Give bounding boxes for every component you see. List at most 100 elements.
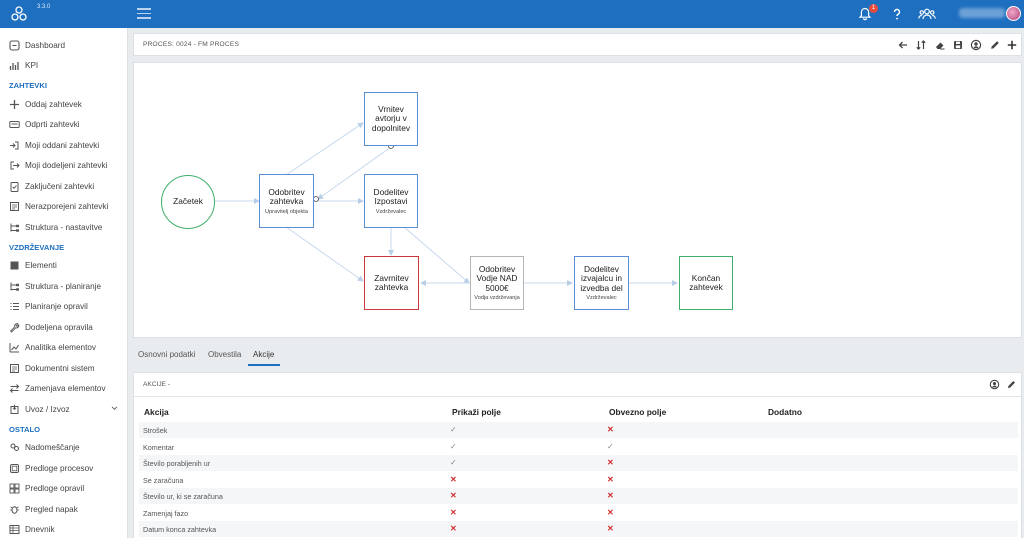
sign-out-icon [10,161,20,170]
node-odobritev-vodje[interactable]: Odobritev Vodje NAD 5000€ Vodja vzdrževa… [470,256,524,310]
username-blurred[interactable] [959,8,1005,18]
check-icon[interactable]: ✓ [450,442,457,452]
users-icon[interactable] [918,7,936,21]
table-row[interactable]: Komentar ✓ ✓ [139,439,1018,455]
sidebar-item[interactable]: Planiranje opravil [0,298,128,316]
sidebar-item[interactable]: Nerazporejeni zahtevki [0,198,128,216]
sidebar-section-heading: VZDRŽEVANJE [9,242,65,252]
chevron-down-icon[interactable] [111,406,118,411]
sitemap-icon [10,282,19,291]
user-circle-icon[interactable] [970,39,982,51]
eraser-icon[interactable] [934,39,946,51]
cross-icon[interactable]: ✕ [607,475,614,485]
sidebar-item[interactable]: Dnevnik [0,521,128,538]
table-row[interactable]: Število porabljenih ur ✓ ✕ [139,455,1018,471]
sidebar-item-label: Planiranje opravil [25,302,88,311]
table-row[interactable]: Strošek ✓ ✕ [139,422,1018,438]
column-header-prikazi: Prikaži polje [452,407,501,417]
sidebar-item[interactable]: Struktura - nastavitve [0,218,128,236]
node-vrnitev[interactable]: Vrnitev avtorju v dopolnitev [364,92,418,146]
cross-icon[interactable]: ✕ [607,491,614,501]
node-dodelitev-izpostavi[interactable]: Dodelitev Izpostavi Vzdrževalec [364,174,418,228]
cross-icon[interactable]: ✕ [450,475,457,485]
sidebar-item[interactable]: Oddaj zahtevek [0,95,128,113]
user-circle-icon[interactable] [989,379,1000,390]
dashboard-icon [9,39,20,51]
cube-icon [10,261,19,270]
sidebar-item[interactable]: KPI [0,57,128,75]
save-icon[interactable] [952,39,964,51]
sort-icon[interactable] [915,39,927,51]
node-zavrnitev[interactable]: Zavrnitev zahtevka [364,256,419,310]
arrow-left-icon[interactable] [897,39,909,51]
swap-icon [9,384,20,393]
action-name: Število ur, ki se zaračuna [143,492,223,501]
sidebar-section-heading: ZAHTEVKI [9,81,47,90]
tab-obvestila[interactable]: Obvestila [208,350,241,359]
sidebar-item[interactable]: Uvoz / Izvoz [0,400,128,418]
sidebar-section-heading: OSTALO [9,424,41,434]
sidebar-item[interactable]: Moji dodeljeni zahtevki [0,157,128,175]
menu-toggle-icon[interactable] [137,8,151,20]
node-dodelitev-izvajalcu[interactable]: Dodelitev izvajalcu in izvedba del Vzdrž… [574,256,629,310]
sidebar-item-label: Zamenjava elementov [25,384,106,393]
sidebar-item[interactable]: Odprti zahtevki [0,116,128,134]
plus-icon[interactable] [1006,39,1018,51]
cross-icon[interactable]: ✕ [450,491,457,501]
sidebar-item-label: Moji oddani zahtevki [25,140,100,150]
help-icon[interactable] [890,7,904,21]
app-logo-icon[interactable] [10,5,28,23]
sign-in-icon [10,141,19,149]
cross-icon[interactable]: ✕ [607,458,614,468]
table-row[interactable]: Število ur, ki se zaračuna ✕ ✕ [139,488,1018,504]
sidebar-item[interactable]: Zamenjava elementov [0,380,128,398]
cross-icon[interactable]: ✕ [607,508,614,518]
sidebar-item[interactable]: Pregled napak [0,500,128,518]
sidebar-item[interactable]: Predloge procesov [0,459,128,477]
cross-icon[interactable]: ✕ [607,524,614,534]
sidebar-item-label: Dodeljena opravila [25,322,93,332]
node-start[interactable]: Začetek [161,175,215,229]
check-icon[interactable]: ✓ [450,458,457,468]
check-icon[interactable]: ✓ [607,442,614,452]
sidebar-item[interactable]: Dokumentni sistem [0,359,128,377]
cross-icon[interactable]: ✕ [607,425,614,435]
pencil-icon[interactable] [1006,379,1017,390]
sidebar-item-label: Moji dodeljeni zahtevki [25,161,108,170]
pencil-icon[interactable] [989,39,1001,51]
actions-title: AKCIJE - [143,381,171,388]
tab-osnovni-podatki[interactable]: Osnovni podatki [138,350,195,359]
connector-port[interactable] [313,196,319,202]
node-koncan-zahtevek[interactable]: Končan zahtevek [679,256,733,310]
sidebar-item[interactable]: Dodeljena opravila [0,318,128,336]
sidebar-item[interactable]: Struktura - planiranje [0,277,128,295]
app-version: 3.3.0 [37,4,51,10]
tab-akcije[interactable]: Akcije [253,350,274,359]
action-name: Zamenjaj fazo [143,508,189,518]
check-icon[interactable]: ✓ [450,425,457,435]
action-name: Strošek [143,426,168,435]
sidebar-item-label: Analitika elementov [25,343,96,352]
avatar[interactable] [1006,6,1021,21]
sidebar: Dashboard KPI ZAHTEVKI Oddaj zahtevek Odprti… [0,28,128,538]
sidebar-item[interactable]: Dashboard [0,36,128,54]
node-odobritev-zahtevka[interactable]: Odobritev zahtevka Upravitelj objekta [259,174,314,228]
sidebar-item[interactable]: Zaključeni zahtevki [0,177,128,195]
table-row[interactable]: Se zaračuna ✕ ✕ [139,472,1018,488]
cross-icon[interactable]: ✕ [450,524,457,534]
sidebar-item[interactable]: Predloge opravil [0,480,128,498]
sidebar-item-label: Nerazporejeni zahtevki [25,202,109,211]
sidebar-item[interactable]: Analitika elementov [0,339,128,357]
table-row[interactable]: Zamenjaj fazo ✕ ✕ [139,505,1018,521]
wrench-icon [9,322,20,333]
sitemap-icon [10,223,19,232]
sidebar-item[interactable]: Moji oddani zahtevki [0,136,128,154]
analytics-icon [9,343,19,353]
table-row[interactable]: Datum konca zahtevka ✕ ✕ [139,521,1018,537]
edge-odobritev-zavrnitev [285,226,364,282]
keyboard-icon [9,121,20,128]
document-icon [10,363,19,373]
sidebar-item[interactable]: Elementi [0,257,128,275]
sidebar-item[interactable]: Nadomeščanje [0,439,128,457]
cross-icon[interactable]: ✕ [450,508,457,518]
